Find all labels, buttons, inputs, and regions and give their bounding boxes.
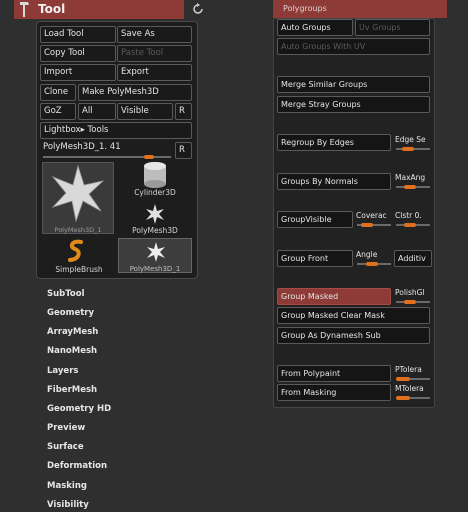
menu-layers[interactable]: Layers bbox=[47, 366, 78, 376]
from-masking-button[interactable]: From Masking bbox=[277, 384, 391, 401]
simplebrush-label: SimpleBrush bbox=[55, 265, 103, 274]
tool-palette-title: Tool bbox=[38, 2, 66, 16]
maxangle-thumb[interactable] bbox=[404, 185, 416, 189]
visible-button[interactable]: Visible bbox=[117, 103, 173, 120]
r-button[interactable]: R bbox=[175, 103, 192, 120]
cluster-label: Clstr 0. bbox=[395, 211, 422, 220]
group-masked-button[interactable]: Group Masked bbox=[277, 288, 391, 305]
menu-fibermesh[interactable]: FiberMesh bbox=[47, 385, 97, 395]
menu-surface[interactable]: Surface bbox=[47, 442, 84, 452]
clone-button[interactable]: Clone bbox=[40, 84, 76, 101]
group-masked-clear-mask-button[interactable]: Group Masked Clear Mask bbox=[277, 307, 430, 324]
groupvisible-button[interactable]: GroupVisible bbox=[277, 211, 353, 228]
make-polymesh3d-button[interactable]: Make PolyMesh3D bbox=[78, 84, 192, 101]
group-as-dynamesh-sub-button[interactable]: Group As Dynamesh Sub bbox=[277, 327, 430, 344]
coverage-label: Coverac bbox=[356, 211, 387, 220]
groups-by-normals-button[interactable]: Groups By Normals bbox=[277, 173, 391, 190]
auto-groups-button[interactable]: Auto Groups bbox=[277, 19, 353, 36]
menu-subtool[interactable]: SubTool bbox=[47, 289, 85, 299]
cluster-thumb[interactable] bbox=[404, 223, 416, 227]
small-star-mesh-icon[interactable] bbox=[144, 203, 166, 225]
menu-nanomesh[interactable]: NanoMesh bbox=[47, 346, 97, 356]
ptolerance-thumb[interactable] bbox=[396, 377, 410, 381]
regroup-by-edges-button[interactable]: Regroup By Edges bbox=[277, 134, 391, 151]
polygroups-title: Polygroups bbox=[283, 4, 327, 13]
polishgroups-thumb[interactable] bbox=[404, 300, 416, 304]
import-button[interactable]: Import bbox=[40, 64, 116, 81]
merge-similar-groups-button[interactable]: Merge Similar Groups bbox=[277, 76, 430, 93]
menu-preview[interactable]: Preview bbox=[47, 423, 85, 433]
polymesh-label: PolyMesh3D bbox=[132, 226, 178, 235]
from-polypaint-button[interactable]: From Polypaint bbox=[277, 365, 391, 382]
ptolerance-label: PTolera bbox=[395, 365, 422, 374]
tool-slider-thumb[interactable] bbox=[144, 155, 154, 159]
angle-label: Angle bbox=[356, 250, 378, 259]
edge-sensitivity-thumb[interactable] bbox=[402, 147, 414, 151]
menu-visibility[interactable]: Visibility bbox=[47, 500, 89, 510]
current-tool-label: PolyMesh3D_1. 41 bbox=[43, 142, 121, 152]
mtolerance-thumb[interactable] bbox=[396, 396, 410, 400]
menu-arraymesh[interactable]: ArrayMesh bbox=[47, 327, 98, 337]
coverage-thumb[interactable] bbox=[361, 223, 373, 227]
export-button[interactable]: Export bbox=[117, 64, 192, 81]
selected-star-mesh-icon bbox=[147, 242, 165, 262]
paste-tool-button[interactable]: Paste Tool bbox=[117, 45, 192, 62]
group-front-button[interactable]: Group Front bbox=[277, 250, 353, 267]
all-button[interactable]: All bbox=[78, 103, 116, 120]
uv-groups-button[interactable]: Uv Groups bbox=[355, 19, 430, 36]
refresh-icon[interactable] bbox=[191, 2, 205, 16]
auto-groups-with-uv-button[interactable]: Auto Groups With UV bbox=[277, 38, 430, 55]
menu-deformation[interactable]: Deformation bbox=[47, 461, 107, 471]
simplebrush-icon[interactable] bbox=[66, 239, 86, 263]
save-as-button[interactable]: Save As bbox=[117, 26, 192, 43]
goz-button[interactable]: GoZ bbox=[40, 103, 76, 120]
polymesh-thumbnail-large[interactable] bbox=[42, 162, 114, 234]
angle-thumb[interactable] bbox=[366, 262, 378, 266]
additive-button[interactable]: Additiv bbox=[394, 250, 432, 267]
menu-geometry-hd[interactable]: Geometry HD bbox=[47, 404, 111, 414]
load-tool-button[interactable]: Load Tool bbox=[40, 26, 116, 43]
tool-hammer-icon bbox=[20, 2, 29, 17]
maxangle-label: MaxAng bbox=[395, 173, 426, 182]
cylinder-label: Cylinder3D bbox=[134, 188, 176, 197]
polishgroups-label: PolishGl bbox=[395, 288, 425, 297]
polymesh-selected-label: PolyMesh3D_1 bbox=[129, 265, 181, 273]
copy-tool-button[interactable]: Copy Tool bbox=[40, 45, 116, 62]
thumbnail-label-large: PolyMesh3D_1 bbox=[54, 226, 102, 234]
lightbox-tools-button[interactable]: Lightbox▸ Tools bbox=[40, 122, 192, 139]
menu-masking[interactable]: Masking bbox=[47, 481, 87, 491]
merge-stray-groups-button[interactable]: Merge Stray Groups bbox=[277, 96, 430, 113]
cylinder-icon[interactable] bbox=[140, 160, 170, 190]
mtolerance-label: MTolera bbox=[395, 384, 424, 393]
menu-geometry[interactable]: Geometry bbox=[47, 308, 94, 318]
r-button-2[interactable]: R bbox=[175, 142, 192, 159]
star-mesh-icon bbox=[51, 164, 105, 223]
edge-sensitivity-label: Edge Se bbox=[395, 135, 426, 144]
